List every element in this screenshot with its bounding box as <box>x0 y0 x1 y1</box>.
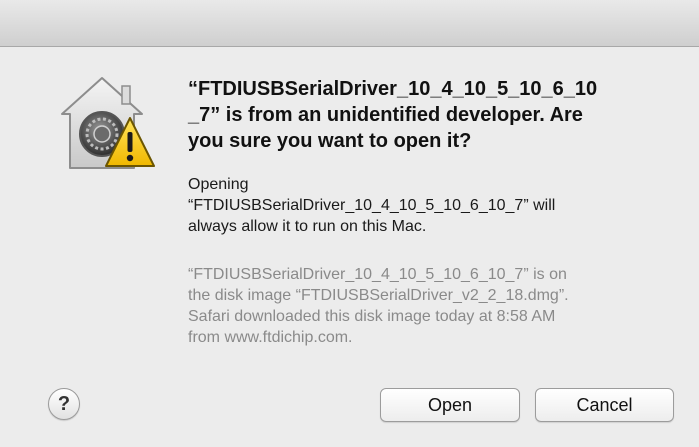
cancel-button[interactable]: Cancel <box>535 388 674 422</box>
title-bar[interactable] <box>0 0 699 47</box>
dialog-info-text: Opening “FTDIUSBSerialDriver_10_4_10_5_1… <box>188 176 556 235</box>
security-dialog: “FTDIUSBSerialDriver_10_4_10_5_10_6_10 _… <box>0 0 699 447</box>
gatekeeper-house-warning-icon <box>52 72 158 178</box>
open-button[interactable]: Open <box>380 388 520 422</box>
help-button[interactable]: ? <box>48 388 80 420</box>
help-icon: ? <box>57 392 71 415</box>
download-source-text: “FTDIUSBSerialDriver_10_4_10_5_10_6_10_7… <box>188 266 569 346</box>
dialog-heading: “FTDIUSBSerialDriver_10_4_10_5_10_6_10 _… <box>188 78 598 152</box>
